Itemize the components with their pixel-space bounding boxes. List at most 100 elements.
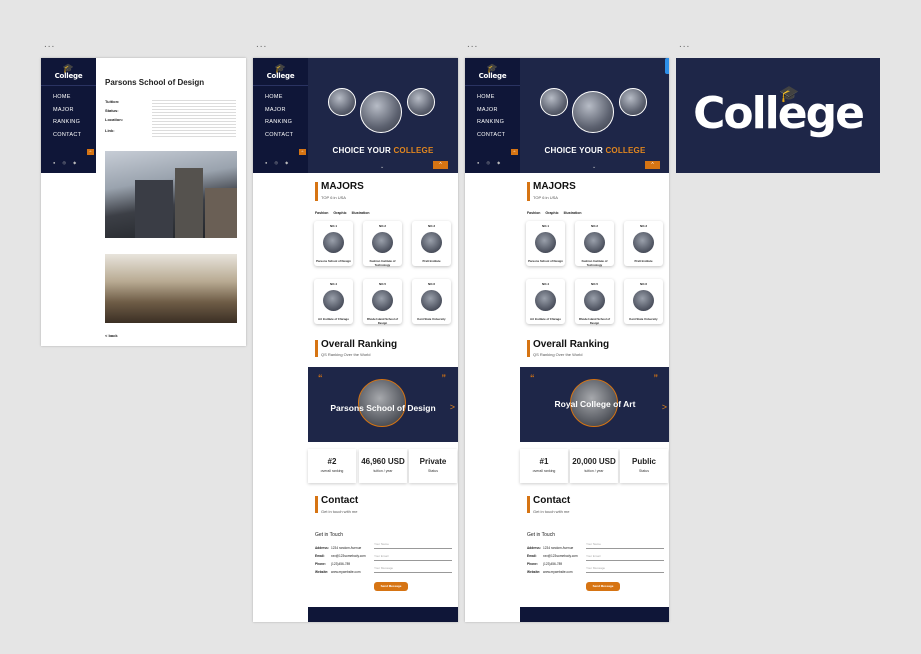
nav-menu: HOME MAJOR RANKING CONTACT: [41, 86, 96, 144]
major-filter-tabs[interactable]: Fashion Graphic Illustration: [315, 211, 369, 215]
nav-menu: HOME MAJOR RANKING CONTACT: [465, 86, 520, 144]
message-input[interactable]: Your Message: [586, 565, 664, 573]
ranked-college-name: Parsons School of Design: [330, 403, 436, 413]
quote-open-icon: “: [530, 373, 535, 383]
stat-status: Public Status: [620, 449, 668, 483]
stat-rank: #1 overall ranking: [520, 449, 568, 483]
stat-rank: #2 overall ranking: [308, 449, 356, 483]
selection-handle[interactable]: [665, 58, 669, 74]
social-icons[interactable]: ● ◎ ◆: [53, 160, 79, 165]
send-message-button[interactable]: Send Message: [586, 582, 620, 591]
scroll-top-button[interactable]: ^: [299, 149, 306, 155]
contact-website: Website: www.mywebsite.com: [315, 570, 361, 574]
college-card[interactable]: NO.6 Kent State University: [624, 279, 663, 324]
college-card[interactable]: NO.4 Art Institute of Chicago: [526, 279, 565, 324]
sidebar: 🎓 College HOME MAJOR RANKING CONTACT ● ◎…: [253, 58, 308, 173]
next-arrow-icon[interactable]: >: [450, 402, 455, 412]
nav-ranking[interactable]: RANKING: [53, 119, 96, 132]
logo[interactable]: 🎓 College: [465, 58, 520, 81]
nav-contact[interactable]: CONTACT: [477, 132, 520, 145]
hero-heading: CHOICE YOUR COLLEGE: [544, 146, 646, 155]
ranked-college-name: Royal College of Art: [554, 399, 636, 409]
contact-email: Email: xxx@123somebody.com: [315, 554, 366, 558]
campus-photo-circle: [540, 88, 568, 116]
scroll-up-button[interactable]: ^: [433, 161, 448, 169]
email-input[interactable]: Your Email: [374, 553, 452, 561]
quote-open-icon: “: [318, 373, 323, 383]
detail-frame[interactable]: 🎓 College HOME MAJOR RANKING CONTACT ● ◎…: [41, 58, 246, 346]
graduation-cap-icon: 🎓: [486, 63, 499, 73]
frame-menu-1[interactable]: ...: [44, 40, 55, 50]
college-card[interactable]: NO.2 Fashion Institute of Technology: [575, 221, 614, 267]
nav-contact[interactable]: CONTACT: [53, 132, 96, 145]
logo[interactable]: 🎓 College: [253, 58, 308, 81]
page-title: Parsons School of Design: [105, 78, 205, 87]
college-card[interactable]: NO.3 Pratt Institute: [412, 221, 451, 266]
major-filter-tabs[interactable]: Fashion Graphic Illustration: [527, 211, 581, 215]
social-icons[interactable]: ● ◎ ◆: [477, 160, 503, 165]
scroll-up-button[interactable]: ^: [645, 161, 660, 169]
college-card[interactable]: NO.5 Rhode Island School of Design: [575, 279, 614, 325]
scroll-top-button[interactable]: ^: [87, 149, 94, 155]
name-input[interactable]: Your Name: [586, 541, 664, 549]
ranking-subtitle: QS Ranking Over the World: [321, 352, 371, 357]
send-message-button[interactable]: Send Message: [374, 582, 408, 591]
footer: [520, 607, 669, 622]
ranking-carousel: “ ” Parsons School of Design >: [308, 367, 458, 442]
frame-menu-3[interactable]: ...: [467, 40, 478, 50]
home-frame-a[interactable]: 🎓 College HOME MAJOR RANKING CONTACT ● ◎…: [253, 58, 458, 622]
logo-text: College: [693, 88, 865, 139]
scroll-top-button[interactable]: ^: [511, 149, 518, 155]
majors-title: MAJORS: [321, 181, 364, 192]
nav-major[interactable]: MAJOR: [477, 107, 520, 120]
college-card[interactable]: NO.4 Art Institute of Chicago: [314, 279, 353, 324]
chevron-down-icon[interactable]: ⌄: [380, 164, 384, 170]
nav-ranking[interactable]: RANKING: [477, 119, 520, 132]
college-card[interactable]: NO.5 Rhode Island School of Design: [363, 279, 402, 325]
get-in-touch-heading: Get in Touch: [315, 532, 343, 538]
social-icons[interactable]: ● ◎ ◆: [265, 160, 291, 165]
college-card[interactable]: NO.1 Parsons School of Design: [314, 221, 353, 266]
stat-tuition: 20,000 USD tuition / year: [570, 449, 618, 483]
nav-major[interactable]: MAJOR: [265, 107, 308, 120]
college-card[interactable]: NO.2 Fashion Institute of Technology: [363, 221, 402, 267]
next-arrow-icon[interactable]: >: [662, 402, 667, 412]
campus-photo-circle: [407, 88, 435, 116]
contact-phone: Phone: (123)456-789: [315, 562, 351, 566]
field-label: Tuition:: [105, 99, 120, 104]
nav-ranking[interactable]: RANKING: [265, 119, 308, 132]
frame-menu-4[interactable]: ...: [679, 40, 690, 50]
college-card[interactable]: NO.1 Parsons School of Design: [526, 221, 565, 266]
logo[interactable]: 🎓 College: [41, 58, 96, 81]
hero-banner: CHOICE YOUR COLLEGE ⌄ ^: [308, 58, 458, 173]
nav-home[interactable]: HOME: [477, 94, 520, 107]
nav-home[interactable]: HOME: [53, 94, 96, 107]
contact-title: Contact: [533, 495, 571, 506]
hero-banner: CHOICE YOUR COLLEGE ⌄ ^: [520, 58, 669, 173]
description-text-block: [152, 99, 236, 139]
ranking-subtitle: QS Ranking Over the World: [533, 352, 583, 357]
ranking-title: Overall Ranking: [321, 339, 398, 350]
nav-menu: HOME MAJOR RANKING CONTACT: [253, 86, 308, 144]
sidebar: 🎓 College HOME MAJOR RANKING CONTACT ● ◎…: [465, 58, 520, 173]
back-link[interactable]: < back: [105, 333, 118, 338]
college-card[interactable]: NO.3 Pratt Institute: [624, 221, 663, 266]
campus-photo-circle: [619, 88, 647, 116]
hero-heading: CHOICE YOUR COLLEGE: [332, 146, 434, 155]
nav-contact[interactable]: CONTACT: [265, 132, 308, 145]
footer: [308, 607, 458, 622]
message-input[interactable]: Your Message: [374, 565, 452, 573]
frame-menu-2[interactable]: ...: [256, 40, 267, 50]
name-input[interactable]: Your Name: [374, 541, 452, 549]
email-input[interactable]: Your Email: [586, 553, 664, 561]
nav-home[interactable]: HOME: [265, 94, 308, 107]
field-label: Location:: [105, 117, 123, 122]
graduation-cap-icon: 🎓: [274, 63, 287, 73]
chevron-down-icon[interactable]: ⌄: [592, 164, 596, 170]
nav-major[interactable]: MAJOR: [53, 107, 96, 120]
logo-frame[interactable]: 🎓 College: [676, 58, 880, 173]
majors-subtitle: TOP 6 in USA: [321, 195, 346, 200]
college-card[interactable]: NO.6 Kent State University: [412, 279, 451, 324]
home-frame-b[interactable]: 🎓 College HOME MAJOR RANKING CONTACT ● ◎…: [465, 58, 669, 622]
contact-phone: Phone: (123)456-789: [527, 562, 563, 566]
